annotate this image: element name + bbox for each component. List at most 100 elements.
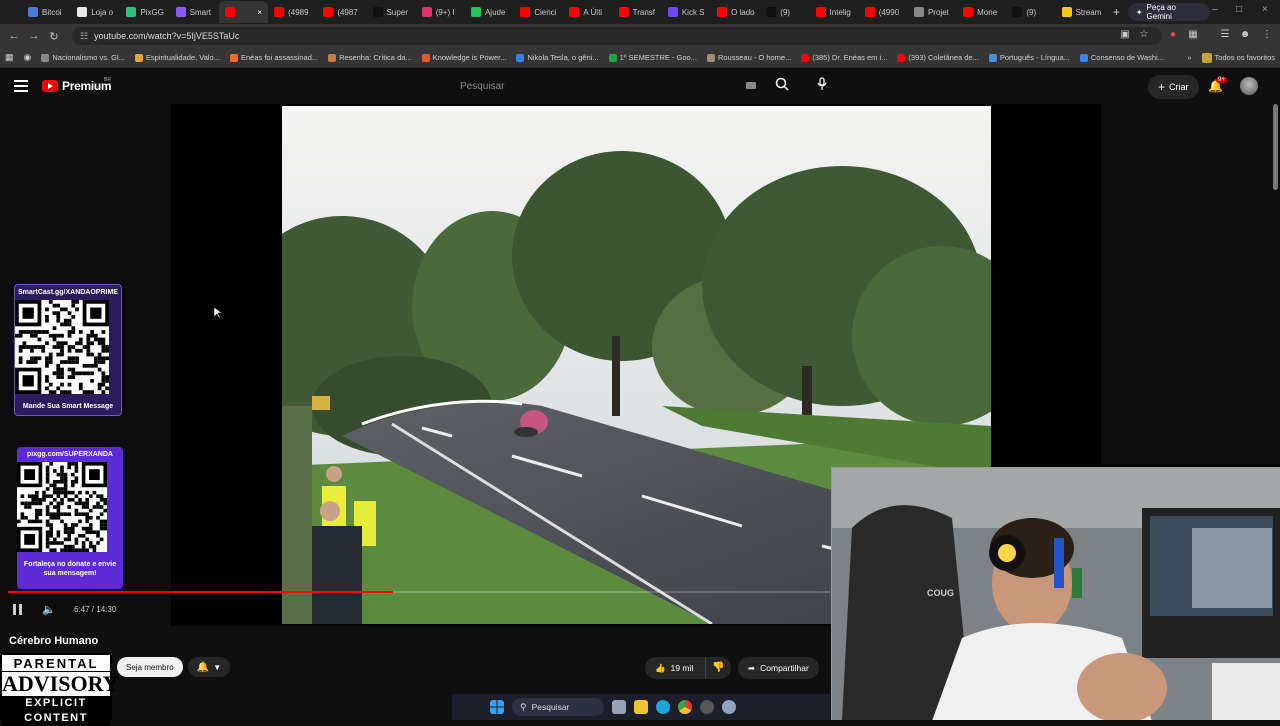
browser-tab[interactable]: (9+) I bbox=[416, 1, 465, 23]
tab-label: Loja o bbox=[91, 7, 114, 17]
chrome-icon[interactable] bbox=[678, 700, 692, 714]
dislike-button[interactable]: 👎 bbox=[705, 657, 731, 679]
browser-tab[interactable]: Intelig bbox=[810, 1, 859, 23]
share-button[interactable]: ➦ Compartilhar bbox=[738, 657, 819, 679]
tab-label: Bitcoi bbox=[42, 7, 62, 17]
volume-icon[interactable]: 🔈 bbox=[42, 603, 56, 616]
bookmark-favicon-icon bbox=[706, 53, 715, 62]
microphone-icon[interactable] bbox=[810, 75, 834, 99]
bookmark-item[interactable]: (385) Dr. Enéas em i... bbox=[796, 53, 892, 62]
qr2-title: pixgg.com/SUPERXANDA bbox=[27, 451, 113, 458]
site-info-icon[interactable]: ☷ bbox=[80, 31, 88, 42]
bookmark-item[interactable]: 1º SEMESTRE - Goo... bbox=[604, 53, 702, 62]
advisory-line1: PARENTAL bbox=[13, 656, 99, 671]
close-tab-icon[interactable]: × bbox=[257, 8, 262, 17]
browser-tab[interactable]: × bbox=[218, 1, 269, 23]
share-label: Compartilhar bbox=[760, 663, 809, 673]
back-icon[interactable]: ← bbox=[4, 30, 24, 42]
create-button[interactable]: + Criar bbox=[1148, 75, 1199, 99]
install-app-icon[interactable]: ▣ bbox=[1118, 29, 1132, 43]
task-view-icon[interactable] bbox=[612, 700, 626, 714]
bookmark-favicon-icon bbox=[801, 53, 810, 62]
gemini-button[interactable]: ✦ Peça ao Gemini bbox=[1127, 3, 1211, 21]
browser-tab[interactable]: Projet bbox=[908, 1, 957, 23]
browser-tab[interactable]: PixGG bbox=[120, 1, 169, 23]
browser-tab[interactable]: Ajude bbox=[465, 1, 514, 23]
file-explorer-icon[interactable] bbox=[634, 700, 648, 714]
app-icon[interactable] bbox=[700, 700, 714, 714]
join-member-button[interactable]: Seja membro bbox=[117, 657, 183, 677]
maximize-icon[interactable]: □ bbox=[1236, 4, 1242, 15]
avatar[interactable] bbox=[1240, 77, 1258, 95]
media-controls-icon[interactable]: ☰ bbox=[1218, 29, 1232, 43]
extensions-puzzle-icon[interactable]: ▦ bbox=[1186, 29, 1200, 43]
bookmark-icon[interactable]: ◉ bbox=[19, 52, 37, 63]
browser-tab[interactable]: O lado bbox=[711, 1, 760, 23]
bookmark-item[interactable]: Nacionalismo vs. Gl... bbox=[36, 53, 130, 62]
page-scrollbar[interactable] bbox=[1273, 104, 1278, 190]
profile-icon[interactable]: ☻ bbox=[1238, 29, 1252, 43]
browser-tab[interactable]: (9) bbox=[760, 1, 809, 23]
bookmark-item[interactable]: Consenso de Washi... bbox=[1075, 53, 1169, 62]
edge-icon[interactable] bbox=[656, 700, 670, 714]
like-button[interactable]: 👍 19 mil bbox=[645, 657, 705, 679]
bookmark-item[interactable]: Nikola Tesla, o gêni... bbox=[511, 53, 603, 62]
extension-icon[interactable]: ● bbox=[1166, 29, 1180, 43]
bookmark-star-icon[interactable]: ☆ bbox=[1137, 29, 1151, 43]
bookmark-label: (393) Coletânea de... bbox=[908, 53, 979, 62]
apps-icon[interactable]: ▦ bbox=[0, 52, 19, 63]
bookmark-item[interactable]: Knowledge is Power... bbox=[417, 53, 512, 62]
browser-tab[interactable]: (4987 bbox=[317, 1, 366, 23]
browser-tab[interactable]: (4989 bbox=[268, 1, 317, 23]
progress-bar[interactable] bbox=[8, 591, 830, 593]
bookmark-item[interactable]: Rousseau - O home... bbox=[702, 53, 796, 62]
search-input[interactable]: Pesquisar bbox=[452, 74, 764, 98]
reload-icon[interactable]: ↻ bbox=[44, 30, 64, 43]
tab-label: Intelig bbox=[829, 7, 851, 17]
bookmark-item[interactable]: Espiritualidade, Valo... bbox=[130, 53, 225, 62]
bookmark-item[interactable]: Português - Língua... bbox=[984, 53, 1075, 62]
browser-tab[interactable]: Loja o bbox=[71, 1, 120, 23]
bookmark-item[interactable]: (393) Coletânea de... bbox=[892, 53, 983, 62]
bookmark-label: 1º SEMESTRE - Goo... bbox=[619, 53, 697, 62]
bookmark-item[interactable]: Resenha: Crítica da... bbox=[323, 53, 417, 62]
mouse-cursor-icon bbox=[214, 307, 222, 319]
gemini-icon: ✦ bbox=[1135, 7, 1143, 17]
channel-name[interactable]: Cérebro Humano bbox=[9, 635, 98, 647]
browser-menu-icon[interactable]: ⋮ bbox=[1260, 29, 1274, 43]
url-input[interactable]: ☷ youtube.com/watch?v=5IjVE5STaUc bbox=[72, 27, 1162, 45]
new-tab-button[interactable]: + bbox=[1105, 5, 1128, 19]
browser-tab[interactable]: Kick S bbox=[662, 1, 711, 23]
close-window-icon[interactable]: × bbox=[1262, 4, 1268, 15]
tab-favicon-icon bbox=[421, 7, 432, 17]
settings-gear-icon[interactable] bbox=[722, 700, 736, 714]
browser-tab[interactable]: Super bbox=[367, 1, 416, 23]
windows-start-icon[interactable] bbox=[490, 700, 504, 714]
youtube-premium-logo[interactable]: Premium BR bbox=[42, 77, 112, 93]
browser-tab[interactable]: Bitcoi bbox=[22, 1, 71, 23]
forward-icon[interactable]: → bbox=[24, 30, 44, 42]
browser-tab[interactable]: Mone bbox=[957, 1, 1006, 23]
qr1-title: SmartCast.gg/XANDAOPRIME bbox=[18, 289, 118, 296]
parental-advisory-label: PARENTAL ADVISORY EXPLICIT CONTENT bbox=[0, 653, 119, 726]
hamburger-menu-icon[interactable] bbox=[14, 80, 28, 92]
keyboard-icon[interactable] bbox=[746, 82, 756, 89]
browser-tab[interactable]: (9) bbox=[1006, 1, 1055, 23]
search-icon[interactable] bbox=[768, 77, 796, 97]
all-bookmarks-folder[interactable]: Todos os favoritos bbox=[1197, 52, 1280, 63]
browser-tab[interactable]: (4990 bbox=[859, 1, 908, 23]
tab-label: Super bbox=[386, 7, 408, 17]
more-bookmarks-icon[interactable]: » bbox=[1182, 53, 1196, 62]
bookmark-item[interactable]: Enéas foi assassinad... bbox=[225, 53, 323, 62]
browser-tab[interactable]: Transf bbox=[613, 1, 662, 23]
pause-icon[interactable] bbox=[13, 604, 25, 616]
share-icon: ➦ bbox=[748, 662, 756, 673]
browser-tab[interactable]: Cienci bbox=[514, 1, 563, 23]
plus-icon: + bbox=[1158, 80, 1166, 94]
browser-tab[interactable]: Smart bbox=[170, 1, 219, 23]
taskbar-search-input[interactable]: ⚲ Pesquisar bbox=[512, 698, 604, 716]
subscription-bell-button[interactable]: 🔔 ▼ bbox=[188, 657, 230, 677]
minimize-icon[interactable]: – bbox=[1212, 4, 1218, 15]
browser-tab[interactable]: A Últi bbox=[563, 1, 612, 23]
browser-tab[interactable]: Stream bbox=[1056, 1, 1105, 23]
